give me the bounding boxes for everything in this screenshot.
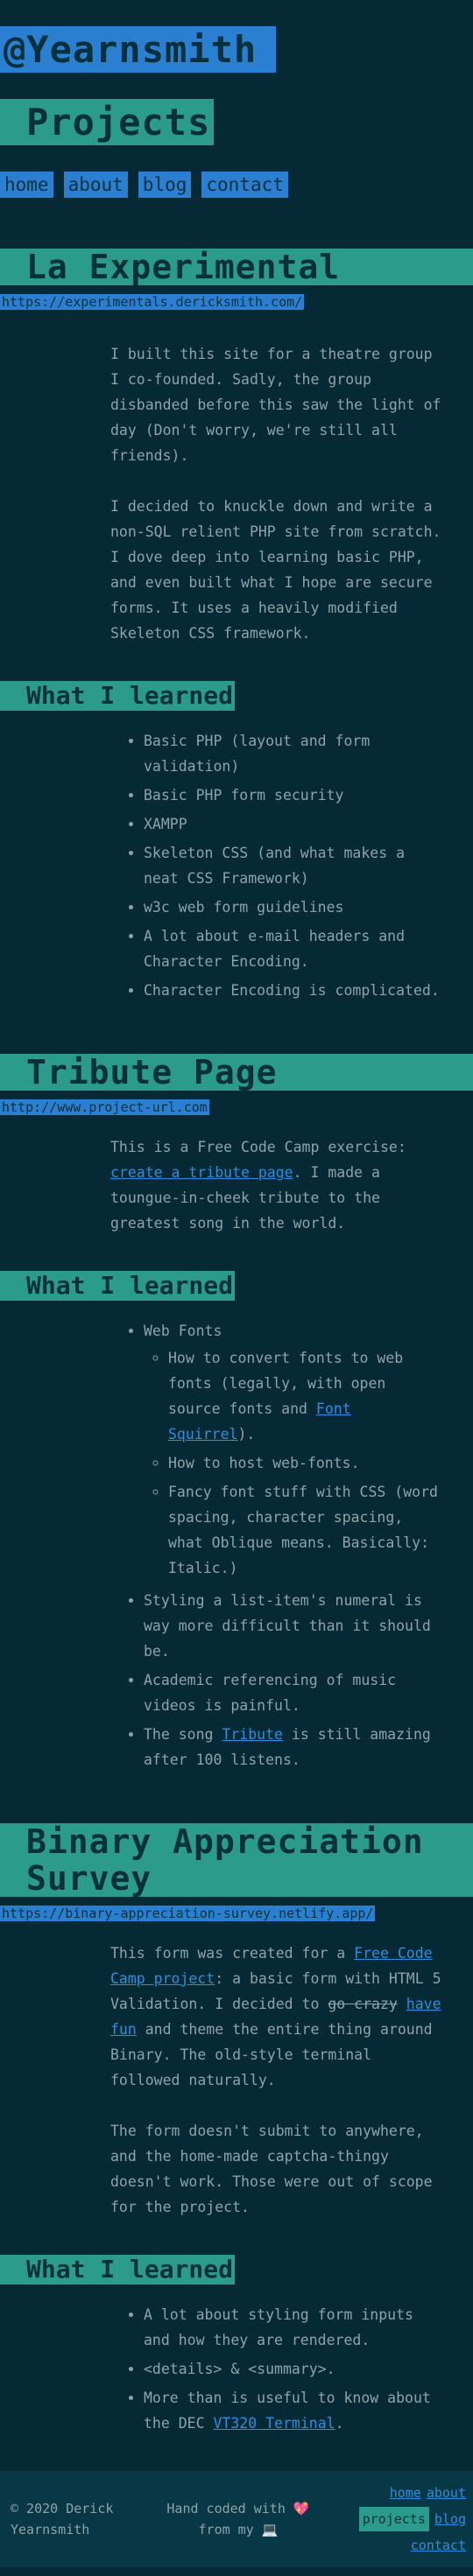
project-title: La Experimental [0, 249, 473, 285]
project-description: This is a Free Code Camp exercise: creat… [110, 1134, 443, 1236]
list-item: Character Encoding is complicated. [144, 978, 441, 1003]
nav-about-link[interactable]: about [63, 172, 128, 198]
project-tribute-page: Tribute Page http://www.project-url.com … [0, 1054, 473, 1772]
strikethrough-text: go crazy [328, 1996, 398, 2012]
project-binary-survey: Binary Appreciation Survey https://binar… [0, 1823, 473, 2436]
learned-heading: What I learned [0, 2255, 236, 2285]
footer-contact-link[interactable]: contact [411, 2535, 466, 2556]
text: from my [198, 2522, 254, 2537]
project-url-link[interactable]: https://binary-appreciation-survey.netli… [0, 1906, 376, 1921]
list-item: Skeleton CSS (and what makes a neat CSS … [144, 840, 441, 891]
list-item: Styling a list-item's numeral is way mor… [144, 1588, 441, 1664]
text: This form was created for a [110, 1945, 355, 1962]
footer-about-link[interactable]: about [427, 2482, 466, 2503]
copyright: © 2020 Derick Yearnsmith [11, 2501, 114, 2537]
list-item: Fancy font stuff with CSS (word spacing,… [168, 1479, 441, 1581]
footer-nav: home about projects blog contact [343, 2482, 466, 2556]
project-url-link[interactable]: http://www.project-url.com [0, 1099, 209, 1115]
learned-heading: What I learned [0, 1271, 236, 1301]
nav-blog-link[interactable]: blog [138, 172, 192, 198]
learned-heading: What I learned [0, 681, 236, 711]
main-nav: home about blog contact [0, 172, 473, 198]
list-item: Basic PHP (layout and form validation) [144, 728, 441, 779]
project-title: Binary Appreciation Survey [0, 1823, 473, 1897]
project-la-experimental: La Experimental https://experimentals.de… [0, 249, 473, 1003]
tribute-exercise-link[interactable]: create a tribute page [110, 1164, 293, 1181]
site-title: @Yearnsmith [0, 26, 277, 73]
list-item: How to convert fonts to web fonts (legal… [168, 1345, 441, 1447]
list-item: XAMPP [144, 811, 441, 837]
footer-projects-link[interactable]: projects [358, 2507, 429, 2531]
text: Hand coded with [166, 2501, 286, 2516]
sub-list: How to convert fonts to web fonts (legal… [168, 1345, 441, 1581]
nav-contact-link[interactable]: contact [201, 172, 288, 198]
project-description: I decided to knuckle down and write a no… [110, 498, 441, 642]
heart-icon: 💖 [293, 2501, 310, 2516]
project-description: I built this site for a theatre group I … [110, 346, 441, 464]
footer-blog-link[interactable]: blog [434, 2509, 466, 2530]
text: The song [144, 1726, 222, 1743]
project-description: This form was created for a Free Code Ca… [110, 1941, 443, 2093]
vt320-link[interactable]: VT320 Terminal [213, 2415, 335, 2432]
text: and theme the entire thing around Binary… [110, 2021, 433, 2088]
project-title: Tribute Page [0, 1054, 473, 1091]
list-item: Academic referencing of music videos is … [144, 1667, 441, 1718]
list-item: <details> & <summary>. [144, 2356, 441, 2382]
learned-list: A lot about styling form inputs and how … [144, 2302, 441, 2436]
list-item: How to host web-fonts. [168, 1450, 441, 1476]
list-item: w3c web form guidelines [144, 895, 441, 920]
site-header: @Yearnsmith Projects home about blog con… [0, 0, 473, 198]
text [398, 1996, 406, 2012]
text: This is a Free Code Camp exercise: [110, 1139, 406, 1155]
list-item: A lot about e-mail headers and Character… [144, 923, 441, 974]
text: Web Fonts [144, 1323, 222, 1339]
list-item: Basic PHP form security [144, 783, 441, 808]
project-description: The form doesn't submit to anywhere, and… [110, 2123, 433, 2215]
nav-home-link[interactable]: home [0, 172, 53, 198]
text: ). [237, 1426, 256, 1442]
page-title: Projects [0, 99, 215, 145]
learned-list: Web Fonts How to convert fonts to web fo… [144, 1318, 441, 1772]
site-footer: © 2020 Derick Yearnsmith Hand coded with… [0, 2471, 473, 2567]
laptop-icon: 💻 [261, 2522, 279, 2537]
coded-with: Hand coded with 💖 from my 💻 [164, 2498, 313, 2540]
list-item: More than is useful to know about the DE… [144, 2385, 441, 2436]
footer-home-link[interactable]: home [390, 2482, 421, 2503]
text: . [335, 2415, 344, 2432]
list-item: A lot about styling form inputs and how … [144, 2302, 441, 2353]
learned-list: Basic PHP (layout and form validation) B… [144, 728, 441, 1003]
project-url-link[interactable]: https://experimentals.dericksmith.com/ [0, 294, 305, 310]
text: How to convert fonts to web fonts (legal… [168, 1350, 404, 1417]
list-item: The song Tribute is still amazing after … [144, 1722, 441, 1772]
tribute-song-link[interactable]: Tribute [222, 1726, 283, 1743]
list-item: Web Fonts How to convert fonts to web fo… [144, 1318, 441, 1581]
